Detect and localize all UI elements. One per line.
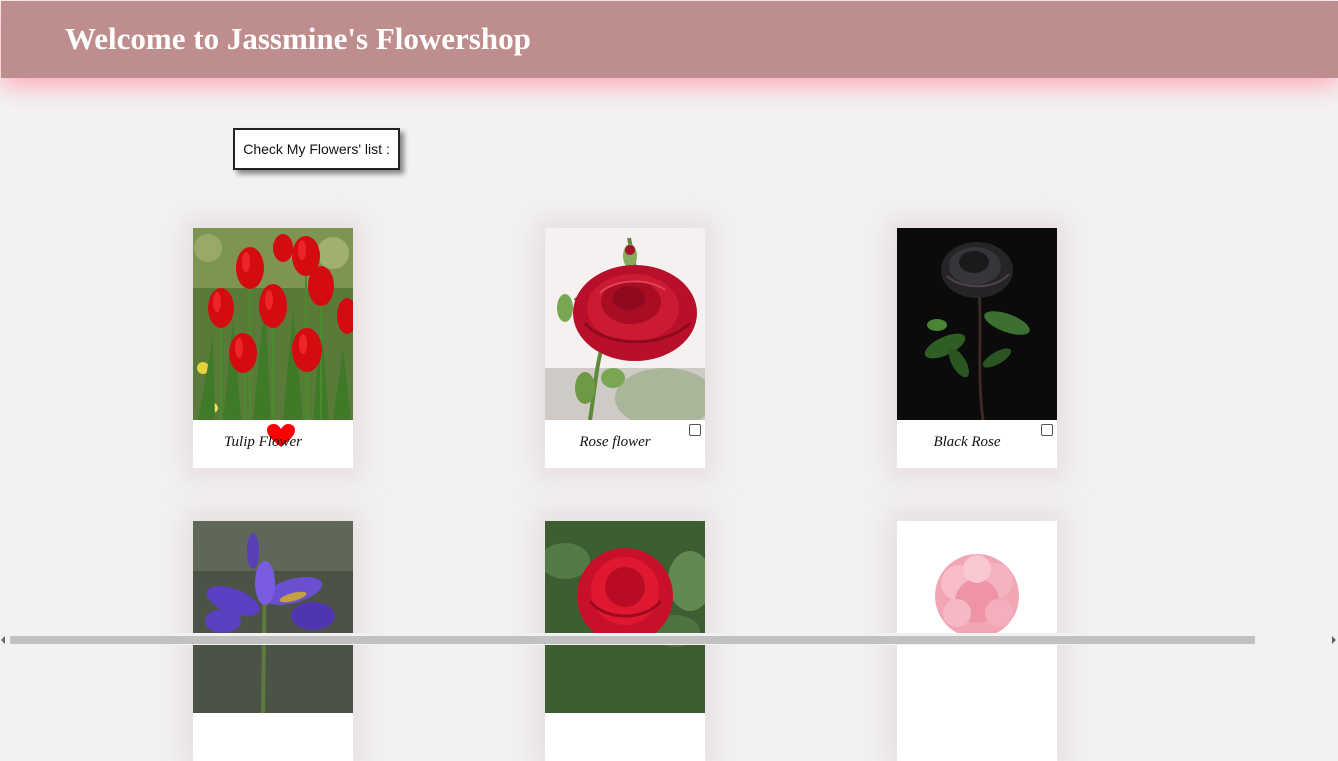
favorite-checkbox[interactable]	[1041, 424, 1053, 436]
red-camellia-photo	[545, 521, 705, 713]
flower-card-rose: Rose flower	[545, 228, 705, 468]
purple-iris-photo	[193, 521, 353, 713]
pink-carnation-photo	[897, 521, 1057, 713]
horizontal-scrollbar[interactable]	[0, 633, 1338, 645]
header-bar: Welcome to Jassmine's Flowershop	[1, 1, 1338, 78]
scroll-left-arrow-icon[interactable]	[1, 636, 5, 644]
black-rose-photo	[897, 228, 1057, 420]
flower-card-black-rose: Black Rose	[897, 228, 1057, 468]
page-title: Welcome to Jassmine's Flowershop	[65, 21, 531, 56]
scrollbar-thumb[interactable]	[10, 636, 1255, 644]
red-tulips-photo	[193, 228, 353, 420]
flower-name: Rose flower	[579, 434, 651, 450]
scroll-right-arrow-icon[interactable]	[1332, 636, 1336, 644]
red-rose-photo	[545, 228, 705, 420]
flower-card-tulip: Tulip Flower	[193, 228, 353, 468]
flower-name: Tulip Flower	[224, 434, 302, 450]
favorite-checkbox[interactable]	[689, 424, 701, 436]
check-flowers-list-button[interactable]: Check My Flowers' list :	[233, 128, 400, 170]
flower-name: Black Rose	[933, 434, 1001, 450]
